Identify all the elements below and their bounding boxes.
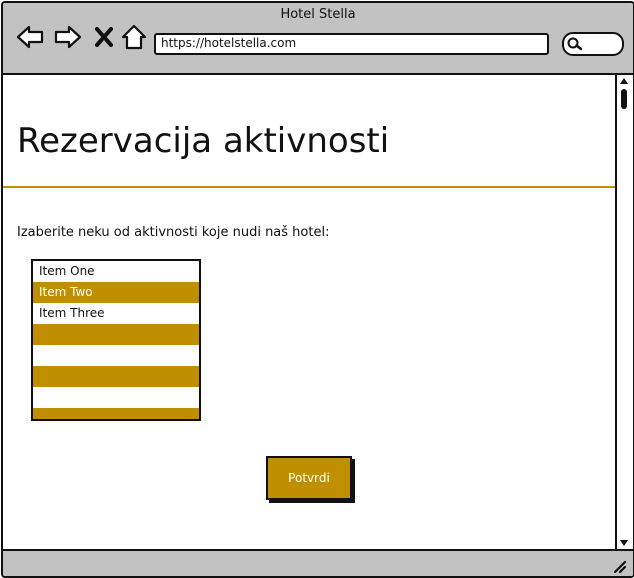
browser-search-field[interactable]: [562, 32, 624, 56]
confirm-button[interactable]: Potvrdi: [266, 456, 352, 500]
window-title: Hotel Stella: [280, 7, 356, 22]
list-item[interactable]: Item Three: [33, 303, 199, 324]
close-icon[interactable]: [95, 23, 113, 51]
url-bar[interactable]: https://hotelstella.com: [154, 33, 549, 55]
forward-icon[interactable]: [53, 23, 83, 51]
resize-grip-icon[interactable]: [613, 560, 627, 574]
activity-listbox[interactable]: Item One Item Two Item Three: [31, 259, 201, 421]
activity-prompt: Izaberite neku od aktivnosti koje nudi n…: [17, 225, 330, 240]
search-icon: [567, 37, 583, 51]
title-divider: [3, 186, 617, 188]
url-text: https://hotelstella.com: [161, 36, 297, 50]
list-item-selected[interactable]: Item Two: [33, 282, 199, 303]
page-content: Rezervacija aktivnosti Izaberite neku od…: [3, 75, 617, 549]
browser-window: Hotel Stella https://hotelstella.com Rez…: [1, 1, 634, 578]
scroll-up-icon[interactable]: [619, 77, 629, 85]
scrollbar-thumb[interactable]: [621, 89, 627, 109]
back-icon[interactable]: [15, 23, 45, 51]
page-title: Rezervacija aktivnosti: [17, 121, 390, 161]
navigation-controls: [15, 23, 155, 53]
empty-list-row: [33, 345, 199, 366]
empty-list-row: [33, 366, 199, 387]
empty-list-row: [33, 324, 199, 345]
scroll-down-icon[interactable]: [619, 539, 629, 547]
list-item[interactable]: Item One: [33, 261, 199, 282]
empty-list-row: [33, 387, 199, 408]
home-icon[interactable]: [121, 23, 147, 51]
empty-list-row: [33, 408, 199, 419]
vertical-scrollbar[interactable]: [615, 75, 633, 549]
browser-statusbar: [3, 549, 633, 576]
browser-titlebar: Hotel Stella https://hotelstella.com: [3, 3, 633, 75]
